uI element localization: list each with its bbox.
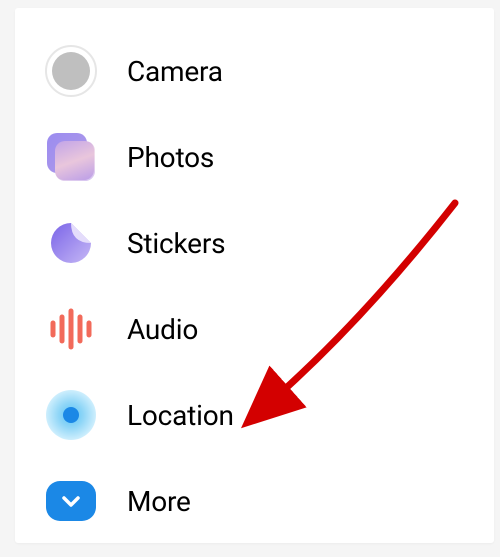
attachment-menu-panel: Camera Photos [15,8,494,543]
menu-item-location[interactable]: Location [45,372,494,458]
photos-icon [45,131,97,183]
menu-item-camera[interactable]: Camera [45,28,494,114]
menu-item-audio[interactable]: Audio [45,286,494,372]
camera-icon [45,45,97,97]
more-icon [45,475,97,527]
menu-item-photos[interactable]: Photos [45,114,494,200]
menu-item-more[interactable]: More [45,458,494,544]
menu-item-label: Camera [127,55,223,88]
menu-item-label: Photos [127,141,214,174]
menu-item-label: Audio [127,313,198,346]
attachment-menu-list: Camera Photos [15,28,494,544]
chevron-down-icon [59,489,83,513]
menu-item-stickers[interactable]: Stickers [45,200,494,286]
menu-item-label: More [127,485,191,518]
menu-item-label: Stickers [127,227,225,260]
location-icon [45,389,97,441]
menu-item-label: Location [127,399,234,432]
stickers-icon [45,217,97,269]
audio-icon [45,303,97,355]
